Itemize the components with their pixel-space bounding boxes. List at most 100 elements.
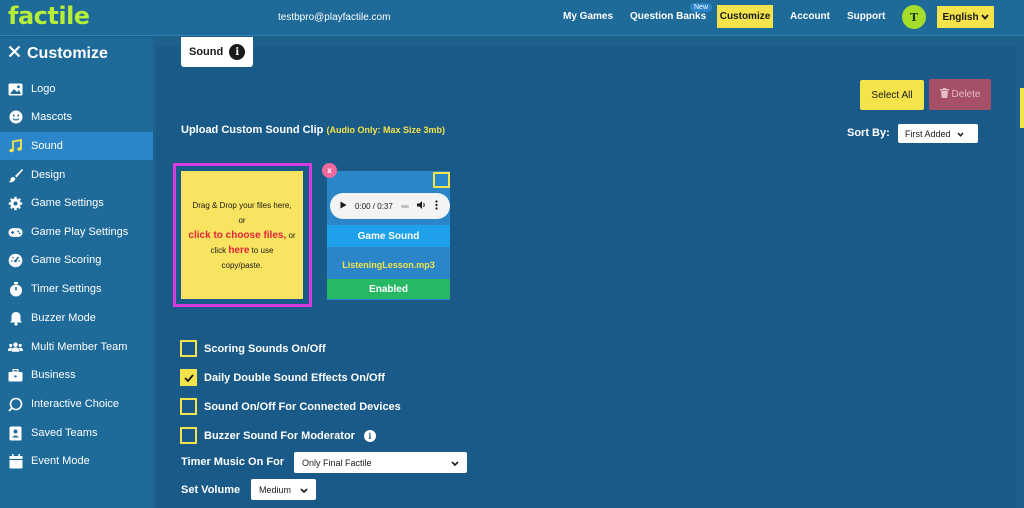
nav-customize[interactable]: Customize [717, 5, 773, 28]
sidebar-item-interactive-choice[interactable]: Interactive Choice [0, 390, 153, 418]
language-label: English [942, 11, 979, 23]
audio-time: 0:00 / 0:37 [355, 201, 393, 211]
sidebar-item-label: Interactive Choice [31, 398, 120, 410]
chevron-down-icon [451, 458, 459, 468]
sort-label: Sort By: [847, 127, 890, 139]
select-all-button[interactable]: Select All [860, 80, 924, 110]
dropzone-line: or [238, 215, 246, 225]
option-label: Buzzer Sound For Moderator [204, 429, 355, 442]
dropzone-line: click to choose files, or [188, 229, 296, 241]
volume-select[interactable]: Medium [251, 479, 316, 500]
gauge-icon [8, 253, 23, 268]
option-label: Daily Double Sound Effects On/Off [204, 371, 385, 384]
checkbox[interactable] [180, 340, 197, 357]
close-icon[interactable] [8, 45, 21, 63]
stopwatch-icon [8, 281, 23, 297]
more-options-icon[interactable] [435, 200, 438, 212]
dropzone-line: Drag & Drop your files here, [192, 200, 292, 210]
delete-button[interactable]: Delete [929, 79, 991, 110]
sidebar-item-label: Game Scoring [31, 254, 102, 266]
option-connected-devices-sound[interactable]: Sound On/Off For Connected Devices [180, 398, 401, 415]
nav-question-banks[interactable]: Question Banks [630, 11, 706, 22]
nav-my-games[interactable]: My Games [563, 11, 613, 22]
bell-icon [8, 311, 23, 326]
chevron-down-icon [980, 12, 989, 23]
nav-account[interactable]: Account [790, 11, 830, 22]
user-email: testbpro@playfactile.com [278, 12, 391, 23]
calendar-icon [8, 453, 23, 469]
sidebar-item-logo[interactable]: Logo [0, 75, 153, 103]
option-label: Scoring Sounds On/Off [204, 342, 326, 355]
sort-value: First Added [905, 128, 951, 139]
sidebar-item-game-scoring[interactable]: Game Scoring [0, 246, 153, 274]
scroll-indicator[interactable] [1020, 88, 1024, 128]
info-icon[interactable]: i [363, 429, 376, 442]
option-buzzer-sound-moderator[interactable]: Buzzer Sound For Moderator i [180, 427, 376, 444]
factile-logo[interactable]: factile [8, 2, 90, 30]
sidebar-item-label: Multi Member Team [31, 341, 128, 353]
volume-value: Medium [259, 484, 292, 495]
option-scoring-sounds[interactable]: Scoring Sounds On/Off [180, 340, 326, 357]
dropzone-line: copy/paste. [221, 260, 263, 270]
upload-title: Upload Custom Sound Clip [181, 124, 324, 136]
option-daily-double-sound[interactable]: Daily Double Sound Effects On/Off [180, 369, 385, 386]
music-note-icon [8, 138, 23, 154]
sound-card-checkbox[interactable] [433, 172, 450, 188]
sidebar-item-mascots[interactable]: Mascots [0, 103, 153, 131]
file-dropzone[interactable]: Drag & Drop your files here, or click to… [181, 171, 303, 299]
option-label: Sound On/Off For Connected Devices [204, 400, 401, 413]
info-icon[interactable]: i [229, 44, 246, 60]
volume-icon[interactable] [416, 201, 427, 211]
timer-music-select[interactable]: Only Final Factile [294, 452, 467, 473]
choose-files-link[interactable]: click to choose files, [188, 230, 286, 241]
sound-status-badge[interactable]: Enabled [327, 279, 450, 299]
sidebar-item-label: Game Settings [31, 197, 104, 209]
checkbox[interactable] [180, 398, 197, 415]
sidebar-item-saved-teams[interactable]: Saved Teams [0, 419, 153, 447]
top-bar: factile testbpro@playfactile.com My Game… [0, 0, 1024, 36]
gear-icon [8, 196, 23, 211]
users-icon [8, 340, 23, 355]
avatar[interactable]: T [902, 5, 926, 29]
sidebar-item-label: Design [31, 169, 66, 181]
tab-sound[interactable]: Sound i [181, 37, 253, 67]
smiley-icon [8, 110, 23, 125]
audio-progress[interactable] [400, 204, 409, 208]
checkbox[interactable] [180, 427, 197, 444]
sidebar-item-event-mode[interactable]: Event Mode [0, 447, 153, 475]
new-badge: New [690, 3, 713, 12]
sort-select[interactable]: First Added [898, 124, 978, 143]
timer-music-label: Timer Music On For [181, 456, 285, 468]
nav-support[interactable]: Support [847, 11, 885, 22]
play-icon[interactable] [340, 201, 347, 211]
image-icon [8, 82, 23, 97]
sidebar-item-buzzer-mode[interactable]: Buzzer Mode [0, 304, 153, 332]
sidebar-item-game-settings[interactable]: Game Settings [0, 189, 153, 217]
sidebar-item-sound[interactable]: Sound [0, 132, 153, 160]
sidebar-item-game-play-settings[interactable]: Game Play Settings [0, 218, 153, 246]
audio-player[interactable]: 0:00 / 0:37 [330, 193, 450, 219]
sound-file-name: ListeningLesson.mp3 [342, 260, 435, 270]
sidebar-item-label: Buzzer Mode [31, 312, 96, 324]
checkbox[interactable] [180, 369, 197, 386]
language-select[interactable]: English [937, 6, 994, 28]
dropzone-line: click here to use [210, 244, 274, 256]
interactive-icon [8, 397, 23, 412]
sidebar-item-label: Mascots [31, 111, 72, 123]
trash-icon [939, 88, 949, 101]
sidebar-item-design[interactable]: Design [0, 161, 153, 189]
copy-paste-link[interactable]: here [228, 245, 249, 256]
sidebar-item-label: Event Mode [31, 455, 90, 467]
sidebar-title-label: Customize [27, 45, 108, 62]
sidebar-item-timer-settings[interactable]: Timer Settings [0, 275, 153, 303]
timer-music-value: Only Final Factile [302, 457, 372, 468]
sidebar-item-label: Game Play Settings [31, 226, 129, 238]
remove-sound-button[interactable]: x [322, 163, 337, 178]
chevron-down-icon [300, 485, 308, 495]
volume-label: Set Volume [181, 484, 241, 496]
sidebar: Customize Logo Mascots Sound Design Game… [0, 37, 153, 508]
sidebar-item-business[interactable]: Business [0, 361, 153, 389]
tab-sound-label: Sound [189, 46, 224, 58]
sidebar-item-multi-member-team[interactable]: Multi Member Team [0, 333, 153, 361]
id-card-icon [8, 426, 23, 441]
